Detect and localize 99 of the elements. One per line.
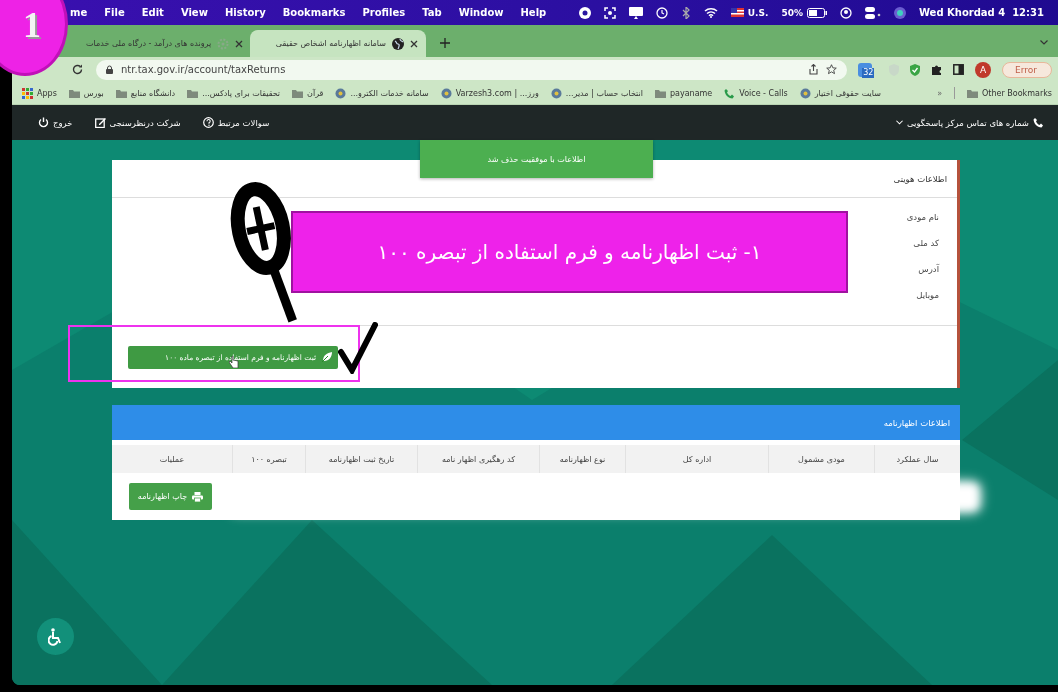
new-tab-icon[interactable] — [440, 38, 450, 48]
menu-item[interactable]: Profiles — [362, 7, 406, 18]
step-number: 1 — [22, 7, 41, 43]
reload-icon[interactable] — [72, 64, 83, 75]
wheelchair-icon — [47, 627, 64, 646]
column-header: سال عملکرد — [874, 445, 960, 473]
bookmark-link[interactable]: Other Bookmarks — [982, 88, 1052, 98]
screenshot-icon[interactable] — [603, 6, 616, 19]
menu-item[interactable]: Window — [458, 7, 504, 18]
checkmark-icon — [338, 322, 378, 374]
menu-item[interactable]: Tab — [422, 7, 442, 18]
phone-icon — [724, 87, 736, 99]
printer-icon — [192, 491, 204, 502]
apps-grid-icon — [22, 87, 33, 99]
nav-link[interactable]: سوالات مرتبط — [202, 117, 270, 128]
phone-icon — [1033, 117, 1044, 128]
lock-icon — [106, 65, 113, 74]
puzzle-icon[interactable] — [931, 64, 943, 75]
close-icon[interactable] — [235, 39, 244, 48]
column-header: تاریخ ثبت اظهارنامه — [305, 445, 417, 473]
folder-icon — [967, 87, 979, 99]
clock-text[interactable]: Wed Khordad 4 12:31 — [918, 7, 1044, 18]
record-icon[interactable] — [578, 6, 591, 19]
field-label: کد ملی — [913, 238, 939, 250]
flag-icon[interactable] — [730, 8, 744, 17]
chevron-down-icon — [895, 120, 903, 125]
bookmark-link[interactable]: انتخاب حساب | مدیر... — [565, 88, 643, 98]
help-icon — [202, 117, 214, 128]
input-source-label[interactable]: U.S. — [747, 7, 769, 18]
column-header: مودی مشمول — [768, 445, 874, 473]
bookmark-link[interactable]: ورز... | Varzesh3.com — [455, 88, 539, 98]
menu-item[interactable]: File — [104, 7, 125, 18]
control-center-icon[interactable] — [864, 6, 881, 19]
globe-icon — [392, 37, 404, 50]
annotation-caption: ۱- ثبت اظهارنامه و فرم استفاده از تبصره ۱۰۰ — [291, 211, 848, 293]
column-header: تبصره ۱۰۰ — [232, 445, 305, 473]
assistant-icon[interactable] — [893, 6, 906, 19]
field-label: نام مودی — [906, 212, 939, 224]
address-field[interactable]: ntr.tax.gov.ir/account/taxReturns — [96, 59, 848, 80]
folder-icon — [68, 87, 80, 99]
share-icon[interactable] — [809, 64, 819, 75]
bookmark-link[interactable]: قرآن — [307, 88, 324, 98]
bookmark-link[interactable]: تحقیقات برای پادکس... — [202, 88, 281, 98]
browser-tab[interactable]: سامانه اظهارنامه اشخاص حقیقی — [250, 30, 426, 57]
card-title: اطلاعات اظهارنامه — [112, 405, 960, 440]
site-icon — [550, 87, 562, 99]
url-text: ntr.tax.gov.ir/account/taxReturns — [121, 64, 286, 75]
gear-icon — [217, 37, 230, 50]
nav-link[interactable]: خروج — [38, 117, 73, 128]
leaf-icon — [321, 351, 333, 363]
site-icon — [335, 87, 347, 99]
star-icon[interactable] — [826, 64, 838, 75]
site-icon — [799, 87, 811, 99]
battery-icon[interactable] — [806, 7, 827, 18]
bookmark-link[interactable]: سایت حقوقی اختیار — [814, 88, 881, 98]
bookmark-link[interactable]: Voice - Calls — [739, 88, 788, 98]
bookmark-link[interactable]: بورس — [83, 88, 104, 98]
column-header: اداره کل — [625, 445, 768, 473]
shield-check-icon[interactable] — [910, 63, 921, 76]
menu-item[interactable]: History — [224, 7, 266, 18]
menu-item[interactable]: Edit — [141, 7, 164, 18]
sidebar-icon[interactable] — [953, 64, 965, 75]
browser-tab[interactable]: پرونده های درآمد - درگاه ملی خدمات — [78, 30, 250, 57]
folder-icon — [654, 87, 666, 99]
power-icon — [38, 117, 49, 128]
bluetooth-icon[interactable] — [680, 6, 691, 19]
column-header: نوع اظهارنامه — [539, 445, 625, 473]
menu-item[interactable]: Help — [520, 7, 547, 18]
close-icon[interactable] — [410, 39, 418, 48]
chevron-down-icon[interactable] — [1040, 40, 1048, 45]
folder-icon — [187, 87, 199, 99]
battery-percent[interactable]: 50% — [781, 7, 803, 18]
display-icon[interactable] — [628, 6, 643, 19]
bookmark-link[interactable]: دانشگاه منابع — [130, 88, 176, 98]
folder-icon — [115, 87, 127, 99]
clock-icon[interactable] — [655, 6, 668, 19]
field-label: آدرس — [918, 264, 939, 276]
wifi-icon[interactable] — [703, 7, 718, 18]
site-icon — [440, 87, 452, 99]
nav-link[interactable]: شرکت درنظرسنجی — [94, 117, 181, 128]
menu-item[interactable]: me — [70, 7, 88, 18]
translate-extension-button[interactable]: 32 — [858, 62, 873, 77]
bookmark-link[interactable]: سامانه خدمات الکترو... — [350, 88, 429, 98]
folder-icon — [292, 87, 304, 99]
contact-menu[interactable]: شماره های تماس مرکز پاسخگویی — [895, 117, 1044, 128]
bookmark-link[interactable]: Apps — [37, 88, 57, 98]
error-button[interactable]: Error — [1002, 61, 1052, 78]
column-header: کد رهگیری اظهار نامه — [417, 445, 539, 473]
success-toast: اطلاعات با موفقیت حذف شد — [420, 140, 653, 178]
count-badge: 32 — [862, 67, 875, 78]
profile-avatar[interactable]: A — [975, 61, 992, 78]
edit-icon — [94, 117, 106, 128]
field-label: موبایل — [916, 290, 939, 302]
overflow-chevron[interactable]: » — [937, 88, 943, 98]
column-header: عملیات — [158, 453, 186, 466]
user-icon[interactable] — [839, 6, 852, 19]
menu-item[interactable]: View — [180, 7, 208, 18]
bookmark-link[interactable]: payaname — [669, 88, 713, 98]
menu-item[interactable]: Bookmarks — [282, 7, 346, 18]
